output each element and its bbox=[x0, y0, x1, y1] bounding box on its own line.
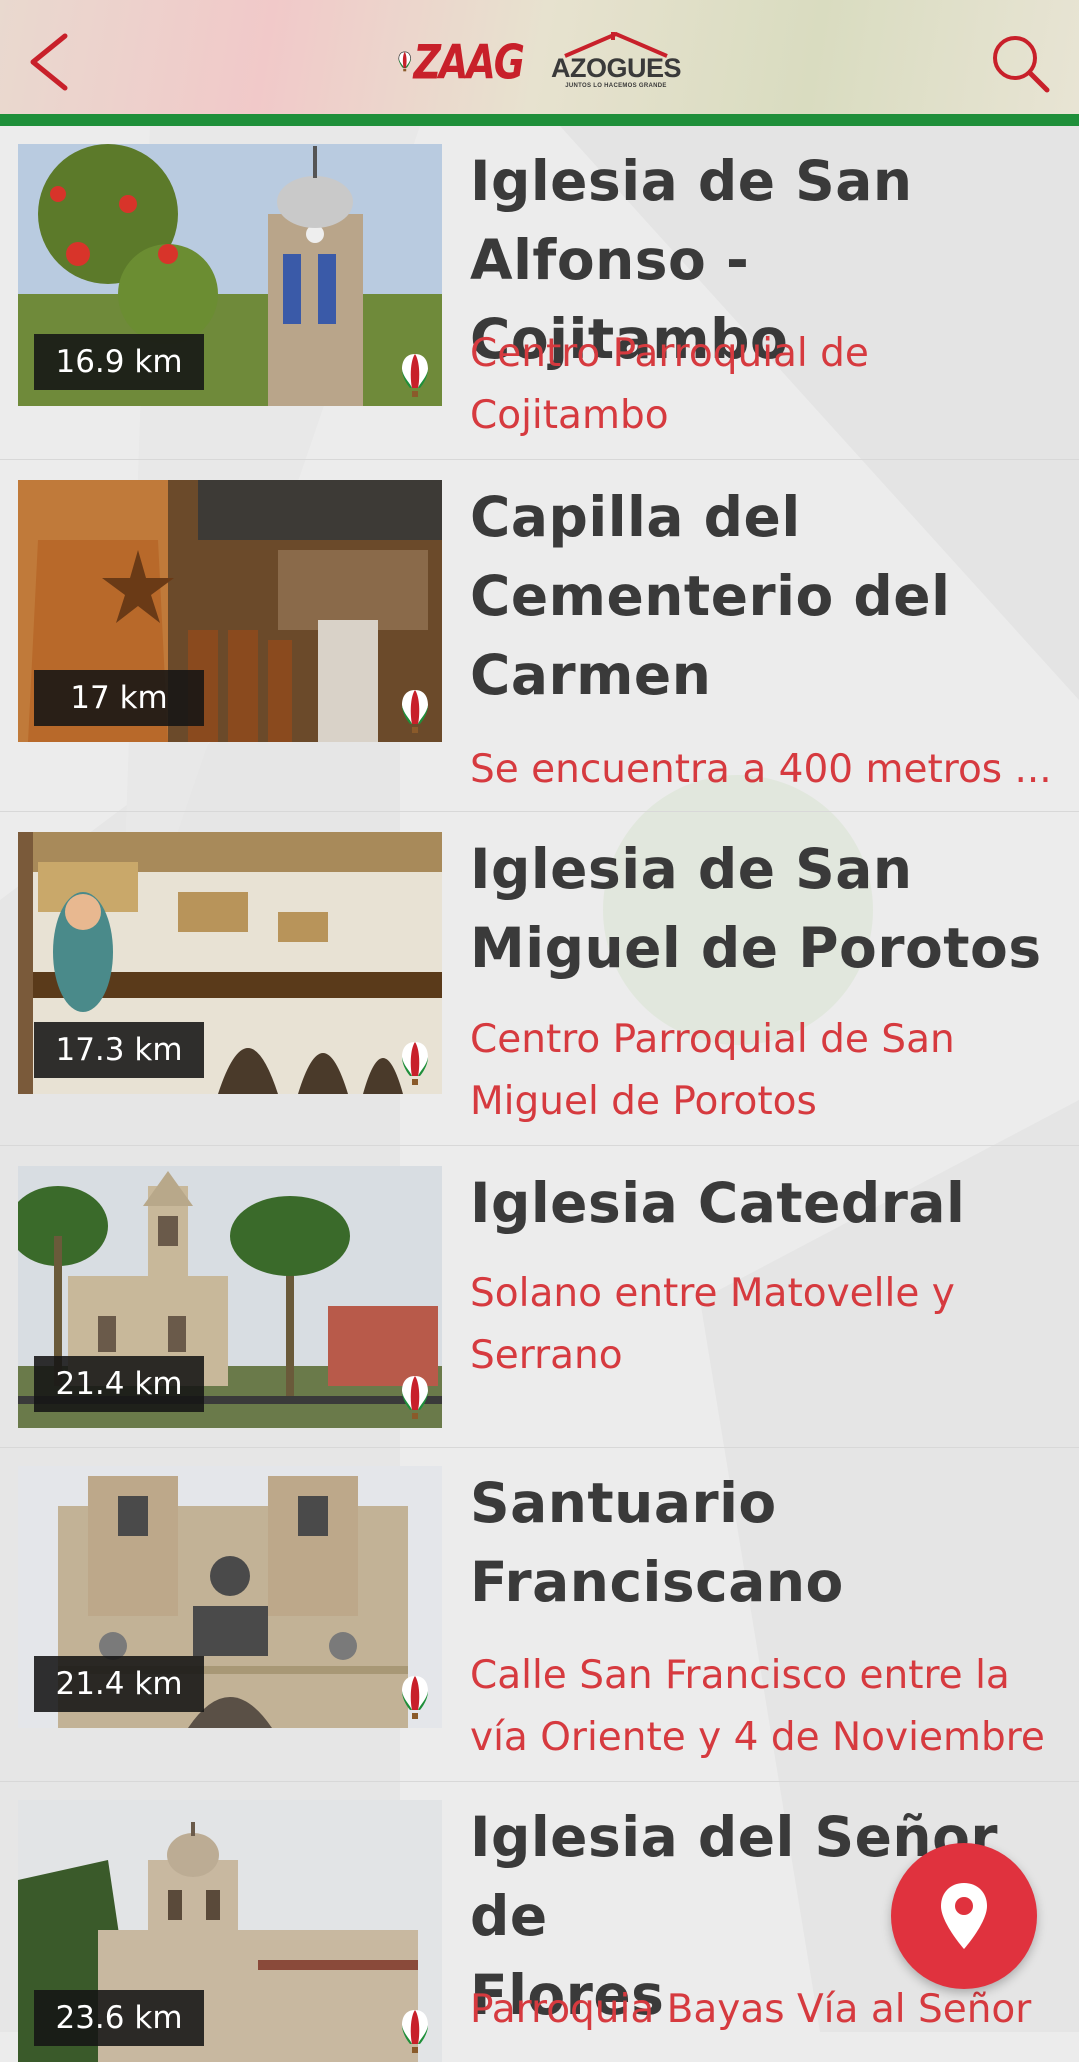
distance-badge: 21.4 km bbox=[34, 1656, 204, 1712]
distance-badge: 17 km bbox=[34, 670, 204, 726]
balloon-icon bbox=[402, 1376, 428, 1419]
distance-badge: 17.3 km bbox=[34, 1022, 204, 1078]
map-view-button[interactable] bbox=[891, 1843, 1037, 1989]
place-thumbnail: 17 km bbox=[18, 480, 442, 742]
list-item[interactable]: 16.9 km Iglesia de San Alfonso - Cojitam… bbox=[0, 126, 1079, 460]
place-address: Centro Parroquial de San Miguel de Porot… bbox=[470, 1017, 955, 1124]
place-thumbnail: 21.4 km bbox=[18, 1166, 442, 1428]
azogues-tagline: JUNTOS LO HACEMOS GRANDE bbox=[565, 83, 667, 89]
azogues-wordmark: AZOGUES bbox=[550, 53, 682, 83]
azogues-logo: AZOGUES JUNTOS LO HACEMOS GRANDE bbox=[548, 30, 684, 100]
list-item[interactable]: 17.3 km Iglesia de San Miguel de Porotos… bbox=[0, 812, 1079, 1146]
balloon-icon bbox=[402, 1042, 428, 1085]
zaag-wordmark: ZAAG bbox=[413, 34, 525, 90]
place-title: Iglesia Catedral bbox=[470, 1171, 966, 1235]
distance-badge: 23.6 km bbox=[34, 1990, 204, 2046]
balloon-icon bbox=[402, 690, 428, 733]
balloon-icon bbox=[398, 51, 412, 72]
zaag-logo: ZAAG bbox=[398, 30, 525, 94]
distance-badge: 21.4 km bbox=[34, 1356, 204, 1412]
place-thumbnail: 16.9 km bbox=[18, 144, 442, 406]
list-item[interactable]: 21.4 km Santuario Franciscano Calle San … bbox=[0, 1448, 1079, 1782]
map-pin-icon bbox=[941, 1883, 987, 1949]
chevron-left-icon bbox=[30, 33, 68, 91]
balloon-icon bbox=[402, 2010, 428, 2053]
place-title: Capilla del Cementerio del Carmen bbox=[470, 485, 951, 707]
place-thumbnail: 17.3 km bbox=[18, 832, 442, 1094]
balloon-icon bbox=[402, 354, 428, 397]
list-item[interactable]: 17 km Capilla del Cementerio del Carmen … bbox=[0, 460, 1079, 812]
balloon-icon bbox=[402, 1676, 428, 1719]
place-title: Santuario Franciscano bbox=[470, 1471, 844, 1614]
header-divider bbox=[0, 114, 1079, 126]
back-button[interactable] bbox=[14, 24, 84, 100]
place-address: Calle San Francisco entre la vía Oriente… bbox=[470, 1653, 1045, 1760]
place-thumbnail: 23.6 km bbox=[18, 1800, 442, 2062]
list-item[interactable]: 21.4 km Iglesia Catedral Solano entre Ma… bbox=[0, 1146, 1079, 1448]
place-address: Centro Parroquial de Cojitambo bbox=[470, 331, 869, 438]
search-button[interactable] bbox=[985, 28, 1055, 98]
search-icon bbox=[993, 36, 1050, 93]
place-address: Solano entre Matovelle y Serrano bbox=[470, 1271, 955, 1378]
place-thumbnail: 21.4 km bbox=[18, 1466, 442, 1728]
place-address: Se encuentra a 400 metros ... bbox=[470, 747, 1052, 792]
app-header: ZAAG AZOGUES JUNTOS LO HACEMOS GRANDE bbox=[0, 0, 1079, 114]
distance-badge: 16.9 km bbox=[34, 334, 204, 390]
place-title: Iglesia de San Miguel de Porotos bbox=[470, 837, 1042, 980]
